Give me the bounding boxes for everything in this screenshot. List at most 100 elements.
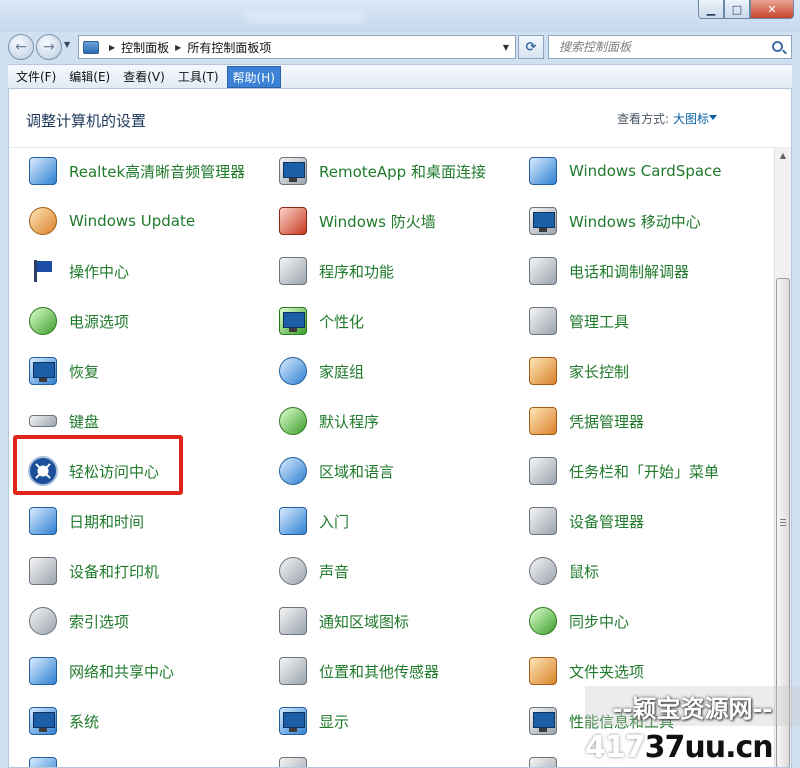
breadcrumb-all-items[interactable]: 所有控制面板项 (187, 39, 271, 56)
network-sharing-icon (26, 654, 60, 688)
location-sensors-icon (276, 654, 310, 688)
scroll-grip-icon (780, 519, 786, 526)
menubar: 文件(F) 编辑(E) 查看(V) 工具(T) 帮助(H) (8, 64, 792, 88)
getting-started-icon (276, 504, 310, 538)
cp-item-label: 设备和打印机 (69, 562, 160, 581)
cp-item-label: 日期和时间 (69, 512, 145, 531)
search-icon[interactable] (772, 41, 783, 52)
cp-item-label: Windows 移动中心 (569, 212, 701, 231)
cp-item-programs-features[interactable]: 程序和功能 (276, 249, 394, 293)
menu-tools[interactable]: 工具(T) (173, 66, 224, 88)
cp-item-partial[interactable] (526, 749, 560, 767)
cp-item-taskbar-start-menu[interactable]: 任务栏和「开始」菜单 (526, 449, 719, 493)
menu-view[interactable]: 查看(V) (118, 66, 170, 88)
content-header: 调整计算机的设置 查看方式: 大图标 (9, 89, 791, 147)
default-programs-icon (276, 404, 310, 438)
mobility-center-icon (526, 204, 560, 238)
control-panel-icon (83, 40, 99, 54)
cp-item-partial[interactable] (276, 749, 310, 767)
mouse-icon (526, 554, 560, 588)
menu-file[interactable]: 文件(F) (11, 66, 61, 88)
breadcrumb-chevron-icon[interactable]: ▶ (175, 43, 181, 52)
cp-item-label: Realtek高清晰音频管理器 (69, 162, 246, 181)
cp-item-label: RemoteApp 和桌面连接 (319, 162, 486, 181)
header-divider (9, 147, 776, 148)
watermark-number: 417 (585, 729, 646, 765)
recovery-icon (26, 354, 60, 388)
cp-item-partial[interactable] (26, 749, 60, 767)
recent-pages-dropdown[interactable]: ▼ (64, 40, 76, 54)
sync-center-icon (526, 604, 560, 638)
phone-modem-icon (526, 254, 560, 288)
maximize-button[interactable]: □ (724, 0, 750, 19)
cp-item-region-language[interactable]: 区域和语言 (276, 449, 394, 493)
cp-item-label: 个性化 (319, 312, 365, 331)
cp-item-recovery[interactable]: 恢复 (26, 349, 99, 393)
cp-item-firewall[interactable]: Windows 防火墙 (276, 199, 436, 243)
cp-item-display[interactable]: 显示 (276, 699, 349, 743)
cp-item-location-sensors[interactable]: 位置和其他传感器 (276, 649, 439, 693)
cp-item-label: 位置和其他传感器 (319, 662, 440, 681)
scroll-up-arrow-icon[interactable]: ▲ (775, 147, 791, 164)
partial-item-icon (26, 754, 60, 767)
cp-item-mobility-center[interactable]: Windows 移动中心 (526, 199, 701, 243)
cp-item-notification-area[interactable]: 通知区域图标 (276, 599, 409, 643)
vertical-scrollbar[interactable]: ▲ (774, 147, 791, 767)
window-controls: ▁ □ ✕ (698, 0, 794, 19)
cp-item-label: 电话和调制解调器 (569, 262, 690, 281)
cp-item-admin-tools[interactable]: 管理工具 (526, 299, 629, 343)
highlight-box (13, 435, 183, 495)
cp-item-credential-manager[interactable]: 凭据管理器 (526, 399, 644, 443)
menu-edit[interactable]: 编辑(E) (64, 66, 115, 88)
view-by-label: 查看方式: (616, 112, 669, 126)
cp-item-label: Windows 防火墙 (319, 212, 436, 231)
search-input[interactable] (559, 40, 759, 54)
keyboard-icon (26, 404, 60, 438)
cp-item-default-programs[interactable]: 默认程序 (276, 399, 379, 443)
search-box[interactable] (548, 35, 792, 59)
cp-item-device-manager[interactable]: 设备管理器 (526, 499, 644, 543)
back-button[interactable]: ← (8, 34, 34, 60)
cp-item-action-center[interactable]: 操作中心 (26, 249, 129, 293)
forward-button[interactable]: → (36, 34, 62, 60)
refresh-button[interactable]: ⟳ (518, 35, 544, 59)
cp-item-network-sharing[interactable]: 网络和共享中心 (26, 649, 174, 693)
breadcrumb-chevron-icon[interactable]: ▶ (109, 43, 115, 52)
breadcrumb-control-panel[interactable]: 控制面板 (121, 39, 169, 56)
address-bar[interactable]: ▶ 控制面板 ▶ 所有控制面板项 ▼ (78, 35, 516, 59)
windows-update-icon (26, 204, 60, 238)
minimize-button[interactable]: ▁ (698, 0, 724, 19)
cardspace-icon (526, 154, 560, 188)
watermark-top-text: --颖宝资源网-- (585, 686, 800, 726)
cp-item-indexing-options[interactable]: 索引选项 (26, 599, 129, 643)
menu-help[interactable]: 帮助(H) (226, 65, 281, 88)
cp-item-system[interactable]: 系统 (26, 699, 99, 743)
address-dropdown-icon[interactable]: ▼ (503, 43, 509, 52)
cp-item-devices-printers[interactable]: 设备和打印机 (26, 549, 159, 593)
cp-item-phone-modem[interactable]: 电话和调制解调器 (526, 249, 689, 293)
cp-item-homegroup[interactable]: 家庭组 (276, 349, 364, 393)
cp-item-cardspace[interactable]: Windows CardSpace (526, 149, 722, 193)
cp-item-windows-update[interactable]: Windows Update (26, 199, 195, 243)
close-button[interactable]: ✕ (750, 0, 794, 19)
cp-item-remoteapp[interactable]: RemoteApp 和桌面连接 (276, 149, 486, 193)
cp-item-realtek-audio[interactable]: Realtek高清晰音频管理器 (26, 149, 245, 193)
cp-item-label: 程序和功能 (319, 262, 395, 281)
view-by-dropdown-arrow-icon[interactable] (709, 115, 717, 120)
view-by-dropdown[interactable]: 大图标 (673, 110, 709, 127)
cp-item-sync-center[interactable]: 同步中心 (526, 599, 629, 643)
cp-item-power-options[interactable]: 电源选项 (26, 299, 129, 343)
partial-item-icon (276, 754, 310, 767)
cp-item-label: 同步中心 (569, 612, 630, 631)
cp-item-sound[interactable]: 声音 (276, 549, 349, 593)
cp-item-date-time[interactable]: 日期和时间 (26, 499, 144, 543)
cp-item-getting-started[interactable]: 入门 (276, 499, 349, 543)
sound-icon (276, 554, 310, 588)
address-row: ← → ▼ ▶ 控制面板 ▶ 所有控制面板项 ▼ ⟳ (0, 32, 800, 62)
cp-item-mouse[interactable]: 鼠标 (526, 549, 599, 593)
cp-item-label: 操作中心 (69, 262, 130, 281)
cp-item-label: 通知区域图标 (319, 612, 410, 631)
cp-item-parental-controls[interactable]: 家长控制 (526, 349, 629, 393)
cp-item-personalization[interactable]: 个性化 (276, 299, 364, 343)
watermark-domain: 37uu.cn (644, 729, 774, 765)
